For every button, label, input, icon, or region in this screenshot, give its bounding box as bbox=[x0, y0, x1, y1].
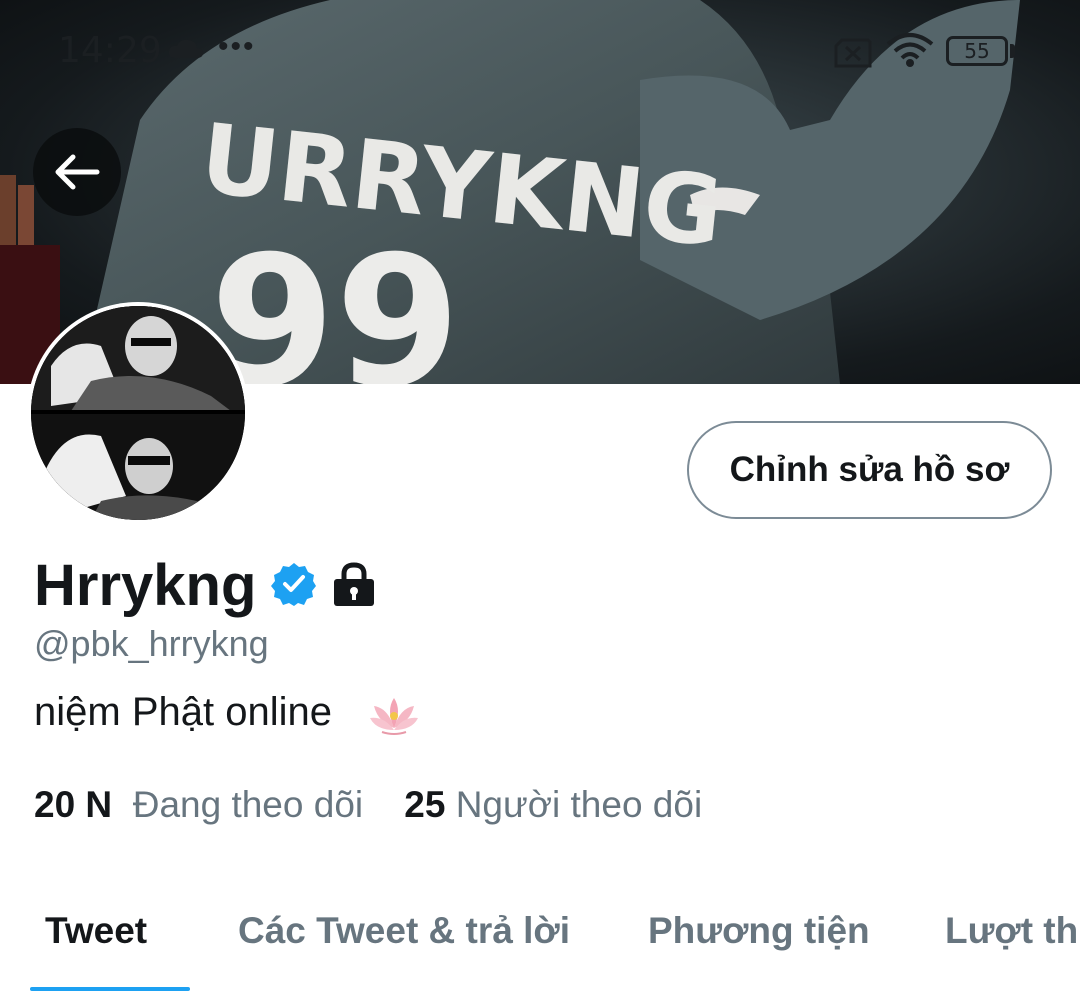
avatar[interactable] bbox=[27, 302, 249, 524]
tab-media[interactable]: Phương tiện bbox=[648, 910, 870, 952]
followers-link[interactable]: 25 Người theo dõi bbox=[404, 784, 702, 825]
cloud-icon bbox=[168, 39, 204, 58]
follow-stats: 20 N Đang theo dõi 25 Người theo dõi bbox=[34, 784, 702, 826]
lock-icon bbox=[334, 562, 374, 606]
sim-off-icon bbox=[834, 38, 872, 68]
arrow-left-icon bbox=[55, 154, 100, 190]
following-label: Đang theo dõi bbox=[132, 784, 364, 825]
avatar-image bbox=[31, 306, 245, 520]
tab-likes[interactable]: Lượt thích bbox=[945, 910, 1080, 952]
bio-text: niệm Phật online bbox=[34, 690, 332, 734]
status-bar: 14:29 ••• 55 bbox=[0, 0, 1080, 100]
followers-count: 25 bbox=[404, 784, 446, 825]
banner-jersey-number: 99 bbox=[210, 218, 461, 384]
tab-tweet[interactable]: Tweet bbox=[45, 910, 147, 952]
active-tab-indicator bbox=[30, 987, 190, 991]
battery-icon: 55 bbox=[946, 36, 1008, 66]
back-button[interactable] bbox=[33, 128, 121, 216]
user-handle: @pbk_hrrykng bbox=[34, 623, 269, 664]
wifi-icon bbox=[886, 33, 934, 67]
lotus-icon bbox=[370, 698, 418, 735]
following-link[interactable]: 20 N Đang theo dõi bbox=[34, 784, 363, 825]
following-count: 20 N bbox=[34, 784, 113, 825]
display-name: Hrrykng bbox=[34, 553, 257, 618]
profile-tabs: Tweet Các Tweet & trả lời Phương tiện Lư… bbox=[0, 880, 1080, 991]
tab-tweets-replies[interactable]: Các Tweet & trả lời bbox=[238, 910, 570, 952]
edit-profile-button[interactable]: Chỉnh sửa hồ sơ bbox=[687, 421, 1052, 519]
battery-tip bbox=[1010, 44, 1015, 58]
verified-badge-icon bbox=[271, 563, 316, 606]
status-time: 14:29 bbox=[58, 30, 162, 71]
status-more-dots: ••• bbox=[218, 30, 256, 63]
followers-label: Người theo dõi bbox=[455, 784, 703, 825]
